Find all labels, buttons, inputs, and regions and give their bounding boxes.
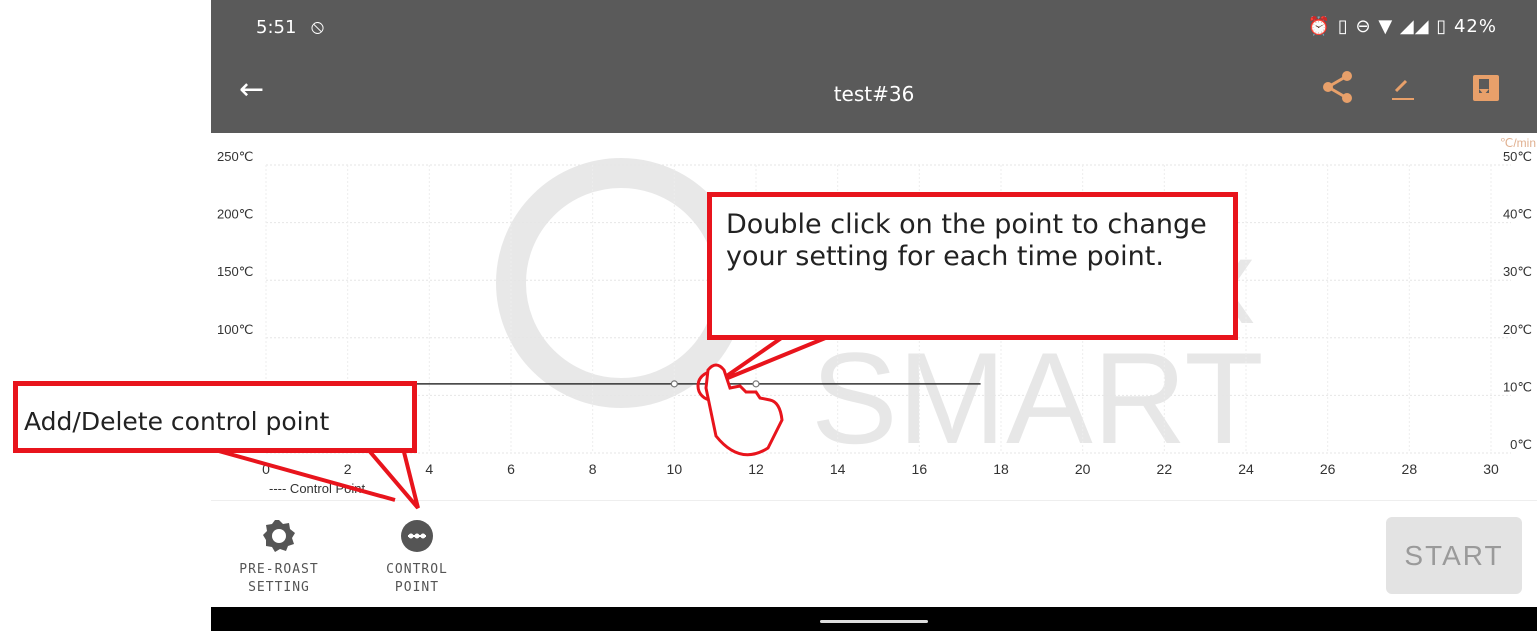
edit-icon[interactable] — [1388, 73, 1418, 103]
control-point[interactable] — [670, 380, 678, 388]
home-handle[interactable] — [820, 620, 928, 623]
status-time: 5:51 — [256, 17, 297, 38]
y-left-tick-label: 150℃ — [217, 264, 253, 279]
control-point[interactable] — [752, 380, 760, 388]
legend-control-point: ---- Control Point — [269, 481, 365, 496]
signal-icon: ◢◢ — [1399, 16, 1430, 37]
x-tick-label: 6 — [507, 461, 515, 477]
control-point-button[interactable]: CONTROL POINT — [367, 519, 467, 597]
x-tick-label: 30 — [1483, 461, 1499, 477]
control-point-label: CONTROL POINT — [386, 562, 448, 595]
battery-icon: ▯ — [1436, 16, 1448, 37]
y-left-tick-label: 250℃ — [217, 149, 253, 164]
system-nav-bar — [211, 607, 1537, 631]
x-tick-label: 24 — [1238, 461, 1254, 477]
x-tick-label: 22 — [1157, 461, 1173, 477]
x-tick-label: 2 — [344, 461, 352, 477]
x-tick-label: 20 — [1075, 461, 1091, 477]
x-tick-label: 12 — [748, 461, 764, 477]
share-icon[interactable] — [1321, 70, 1355, 104]
status-icons: ⏰ ▯ ⊖ ▼ ◢◢ ▯ 42% — [1308, 16, 1497, 37]
x-tick-label: 28 — [1402, 461, 1418, 477]
app-bar: ← test#36 — [211, 58, 1537, 133]
pre-roast-label: PRE-ROAST SETTING — [239, 562, 319, 595]
location-icon: ⦸ — [311, 14, 325, 38]
x-tick-label: 14 — [830, 461, 846, 477]
gear-icon — [263, 520, 295, 552]
svg-text:SMART: SMART — [811, 325, 1264, 471]
dnd-icon: ⊖ — [1355, 16, 1372, 37]
y-right-tick-label: 0℃ — [1510, 437, 1532, 452]
y-right-tick-label: 20℃ — [1503, 322, 1532, 337]
control-point-icon — [401, 520, 433, 552]
y-right-unit: ℃/min — [1500, 136, 1536, 150]
callout-add-delete: Add/Delete control point — [13, 381, 417, 453]
alarm-icon: ⏰ — [1307, 16, 1332, 37]
y-right-axis: 50℃ 40℃ 30℃ 20℃ 10℃ 0℃ — [1503, 149, 1532, 452]
x-tick-label: 8 — [589, 461, 597, 477]
save-icon[interactable] — [1471, 73, 1501, 103]
x-tick-label: 0 — [262, 461, 270, 477]
x-tick-label: 4 — [425, 461, 433, 477]
callout-double-click: Double click on the point to change your… — [707, 192, 1238, 340]
y-right-tick-label: 40℃ — [1503, 207, 1532, 222]
status-bar: 5:51 ⦸ ⏰ ▯ ⊖ ▼ ◢◢ ▯ 42% — [211, 0, 1537, 58]
y-left-tick-label: 200℃ — [217, 207, 253, 222]
x-tick-label: 18 — [993, 461, 1009, 477]
bottom-toolbar: PRE-ROAST SETTING CONTROL POINT START — [211, 500, 1537, 608]
x-tick-label: 10 — [667, 461, 683, 477]
pre-roast-setting-button[interactable]: PRE-ROAST SETTING — [229, 519, 329, 597]
start-button[interactable]: START — [1386, 517, 1522, 594]
x-tick-label: 16 — [912, 461, 928, 477]
x-tick-label: 26 — [1320, 461, 1336, 477]
y-left-tick-label: 100℃ — [217, 322, 253, 337]
vibrate-icon: ▯ — [1337, 16, 1349, 37]
y-right-tick-label: 50℃ — [1503, 149, 1532, 164]
y-right-tick-label: 30℃ — [1503, 264, 1532, 279]
control-point[interactable] — [711, 380, 719, 388]
y-right-tick-label: 10℃ — [1503, 379, 1532, 394]
wifi-icon: ▼ — [1378, 16, 1394, 37]
battery-percent: 42% — [1453, 16, 1497, 37]
